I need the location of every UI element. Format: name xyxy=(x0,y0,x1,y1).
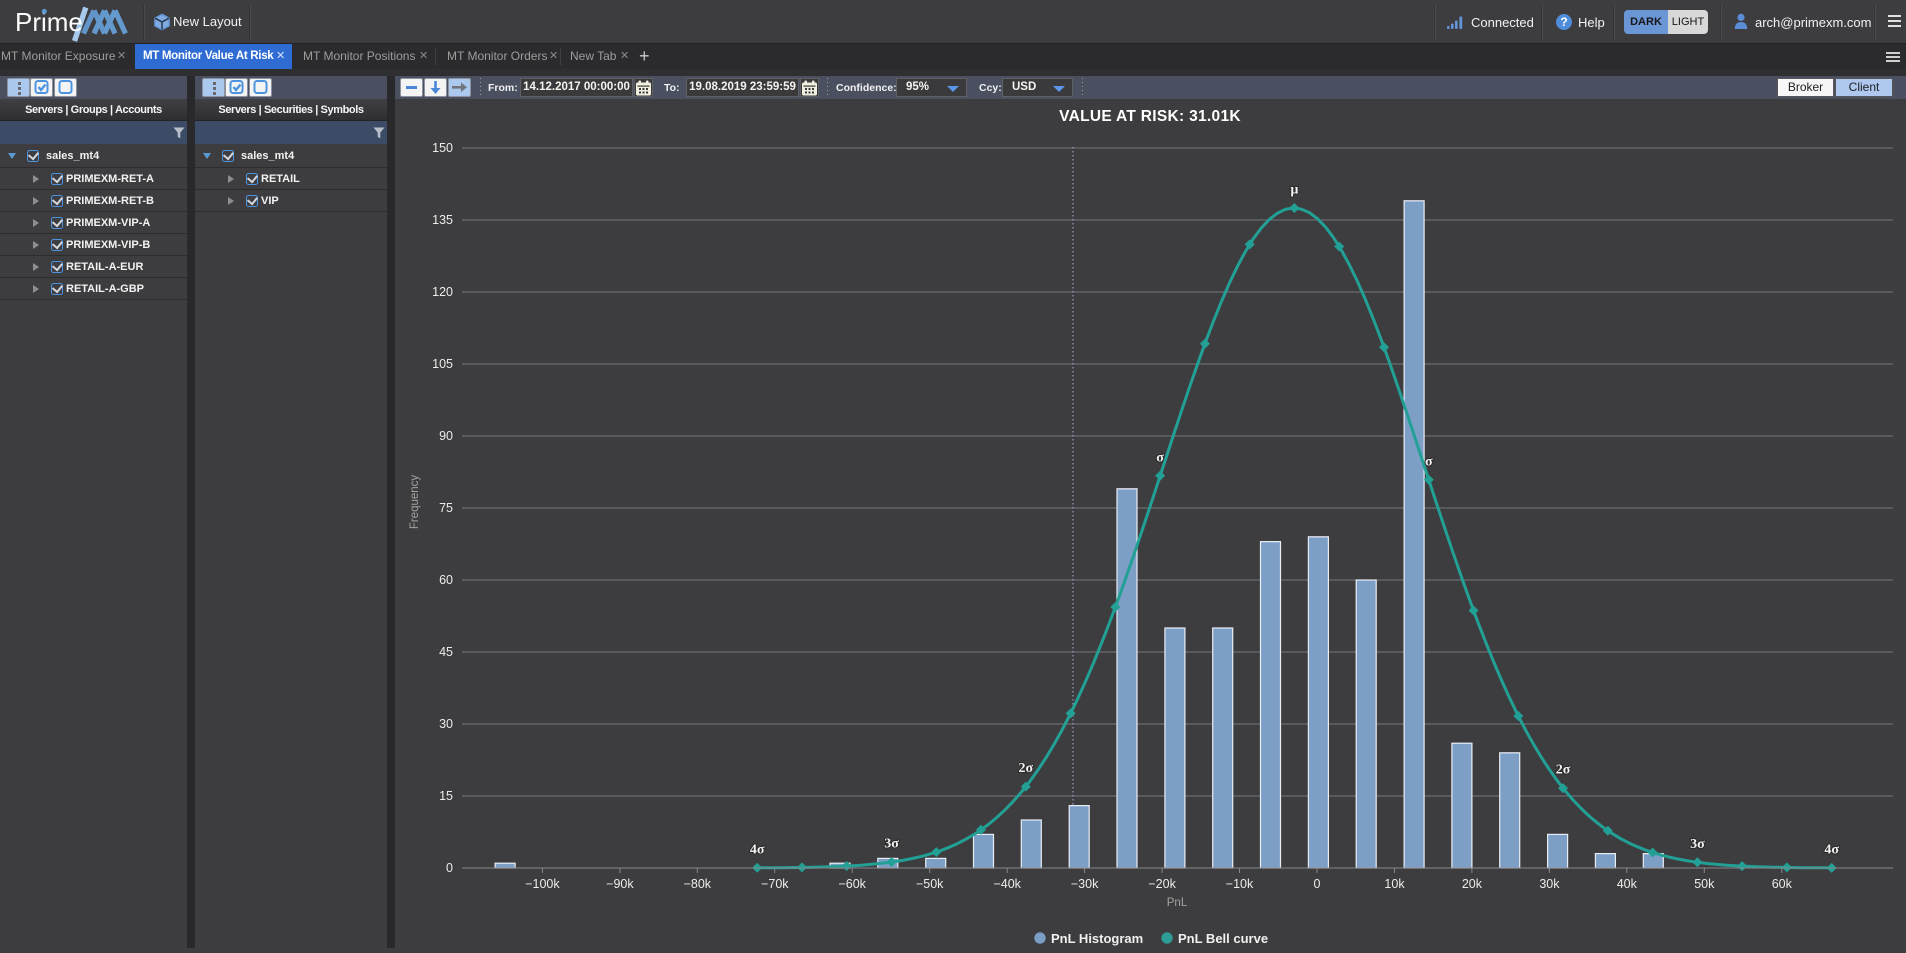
svg-text:Frequency: Frequency xyxy=(409,475,421,530)
svg-text:4σ: 4σ xyxy=(1824,842,1839,857)
svg-text:−30k: −30k xyxy=(1071,877,1099,891)
svg-text:PnL Bell curve: PnL Bell curve xyxy=(1178,931,1268,946)
svg-text:50k: 50k xyxy=(1694,877,1715,891)
svg-text:−50k: −50k xyxy=(916,877,944,891)
svg-text:60: 60 xyxy=(439,573,453,587)
svg-text:PnL Histogram: PnL Histogram xyxy=(1051,931,1143,946)
svg-text:4σ: 4σ xyxy=(750,842,765,857)
svg-text:VALUE AT RISK: 31.01K: VALUE AT RISK: 31.01K xyxy=(1059,108,1241,125)
svg-text:−60k: −60k xyxy=(838,877,866,891)
svg-text:Prime: Prime xyxy=(15,7,83,37)
svg-text:75: 75 xyxy=(439,501,453,515)
svg-text:3σ: 3σ xyxy=(884,837,899,852)
svg-text:2σ: 2σ xyxy=(1556,763,1571,778)
svg-text:40k: 40k xyxy=(1617,877,1638,891)
svg-text:30k: 30k xyxy=(1539,877,1560,891)
svg-text:105: 105 xyxy=(432,357,453,371)
svg-text:30: 30 xyxy=(439,717,453,731)
svg-text:150: 150 xyxy=(432,141,453,155)
svg-text:120: 120 xyxy=(432,285,453,299)
svg-text:−90k: −90k xyxy=(606,877,634,891)
svg-text:0: 0 xyxy=(1314,877,1321,891)
svg-text:−40k: −40k xyxy=(993,877,1021,891)
svg-text:µ: µ xyxy=(1290,183,1298,198)
svg-text:90: 90 xyxy=(439,429,453,443)
svg-text:45: 45 xyxy=(439,645,453,659)
svg-text:−70k: −70k xyxy=(761,877,789,891)
svg-text:−10k: −10k xyxy=(1226,877,1254,891)
svg-text:0: 0 xyxy=(446,861,453,875)
svg-text:135: 135 xyxy=(432,213,453,227)
svg-text:20k: 20k xyxy=(1462,877,1483,891)
svg-text:−100k: −100k xyxy=(525,877,560,891)
svg-text:−80k: −80k xyxy=(684,877,712,891)
svg-text:σ: σ xyxy=(1156,450,1164,465)
svg-text:σ: σ xyxy=(1425,454,1433,469)
svg-text:PnL: PnL xyxy=(1167,897,1188,909)
svg-text:3σ: 3σ xyxy=(1690,837,1705,852)
svg-text:15: 15 xyxy=(439,789,453,803)
svg-text:2σ: 2σ xyxy=(1018,761,1033,776)
svg-text:10k: 10k xyxy=(1384,877,1405,891)
svg-text:−20k: −20k xyxy=(1148,877,1176,891)
svg-text:60k: 60k xyxy=(1772,877,1793,891)
